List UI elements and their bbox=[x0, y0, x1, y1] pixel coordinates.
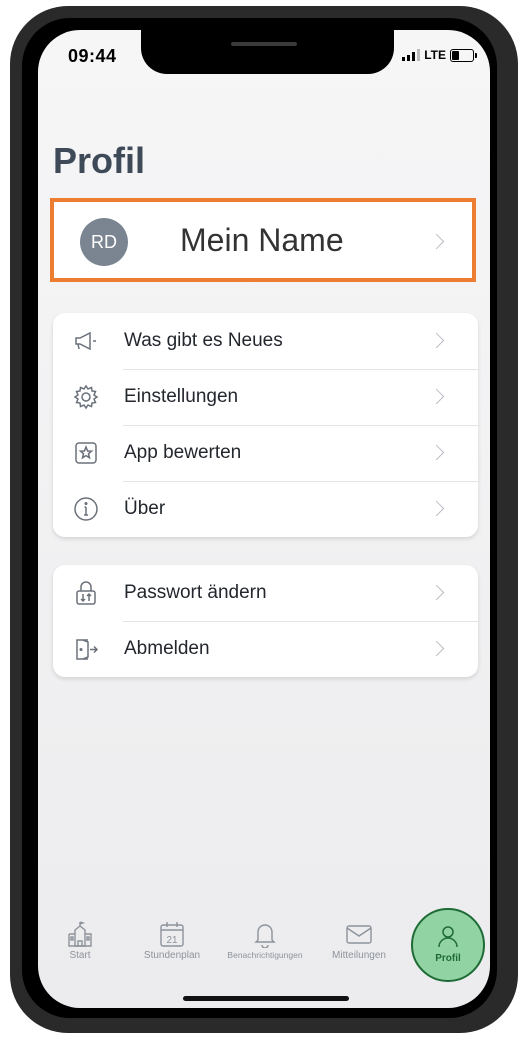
notch bbox=[141, 30, 394, 74]
menu-item-label: Über bbox=[124, 498, 166, 519]
profile-row[interactable]: RD Mein Name bbox=[50, 198, 476, 282]
menu-item-rate-app[interactable]: App bewerten bbox=[53, 425, 478, 481]
home-indicator[interactable] bbox=[183, 996, 349, 1001]
chevron-right-icon bbox=[428, 500, 445, 517]
calendar-day: 21 bbox=[166, 935, 178, 946]
page-title: Profil bbox=[53, 140, 146, 181]
info-icon bbox=[74, 497, 98, 521]
tab-profile[interactable]: Profil bbox=[411, 908, 485, 982]
menu-item-change-password[interactable]: Passwort ändern bbox=[53, 565, 478, 621]
screen: 09:44 LTE Profil RD Mein Name Was gibt e… bbox=[38, 30, 490, 1008]
mail-icon bbox=[346, 925, 372, 944]
tab-label: Mitteilungen bbox=[332, 950, 386, 961]
speaker-grill bbox=[231, 42, 297, 46]
school-icon bbox=[68, 921, 92, 947]
chevron-right-icon bbox=[428, 332, 445, 349]
tab-label: Profil bbox=[435, 953, 461, 964]
tab-schedule[interactable]: 21 Stundenplan bbox=[134, 920, 210, 961]
menu-item-label: Passwort ändern bbox=[124, 582, 267, 603]
menu-item-label: App bewerten bbox=[124, 442, 242, 463]
tab-notifications[interactable]: Benachrichtigungen bbox=[217, 920, 313, 960]
signal-icon bbox=[402, 49, 421, 61]
menu-item-label: Was gibt es Neues bbox=[124, 330, 283, 351]
status-time: 09:44 bbox=[68, 46, 117, 66]
menu-group-account: Passwort ändern Abmelden bbox=[53, 565, 478, 677]
chevron-right-icon bbox=[428, 388, 445, 405]
chevron-right-icon bbox=[428, 640, 445, 657]
avatar: RD bbox=[80, 218, 128, 266]
menu-item-settings[interactable]: Einstellungen bbox=[53, 369, 478, 425]
menu-item-logout[interactable]: Abmelden bbox=[53, 621, 478, 677]
tab-messages[interactable]: Mitteilungen bbox=[321, 920, 397, 961]
menu-item-label: Abmelden bbox=[124, 638, 210, 659]
battery-icon bbox=[450, 48, 477, 62]
menu-item-news[interactable]: Was gibt es Neues bbox=[53, 313, 478, 369]
chevron-right-icon bbox=[428, 444, 445, 461]
gear-icon bbox=[73, 384, 99, 410]
chevron-right-icon bbox=[428, 233, 445, 250]
calendar-icon: 21 bbox=[160, 922, 184, 947]
tab-label: Benachrichtigungen bbox=[227, 950, 303, 960]
status-indicators: LTE bbox=[402, 48, 477, 62]
tab-label: Start bbox=[69, 950, 91, 961]
network-label: LTE bbox=[424, 48, 446, 62]
person-icon bbox=[438, 926, 458, 948]
menu-item-label: Einstellungen bbox=[124, 386, 239, 407]
menu-group-info: Was gibt es Neues Einstellungen App bewe… bbox=[53, 313, 478, 537]
tab-start[interactable]: Start bbox=[56, 920, 104, 961]
chevron-right-icon bbox=[428, 584, 445, 601]
menu-item-about[interactable]: Über bbox=[53, 481, 478, 537]
megaphone-icon bbox=[75, 331, 96, 351]
bell-icon bbox=[254, 924, 276, 948]
star-icon bbox=[75, 442, 97, 464]
lock-icon bbox=[76, 581, 96, 605]
profile-name: Mein Name bbox=[180, 222, 344, 258]
logout-icon bbox=[76, 639, 99, 660]
tab-label: Stundenplan bbox=[143, 950, 201, 961]
